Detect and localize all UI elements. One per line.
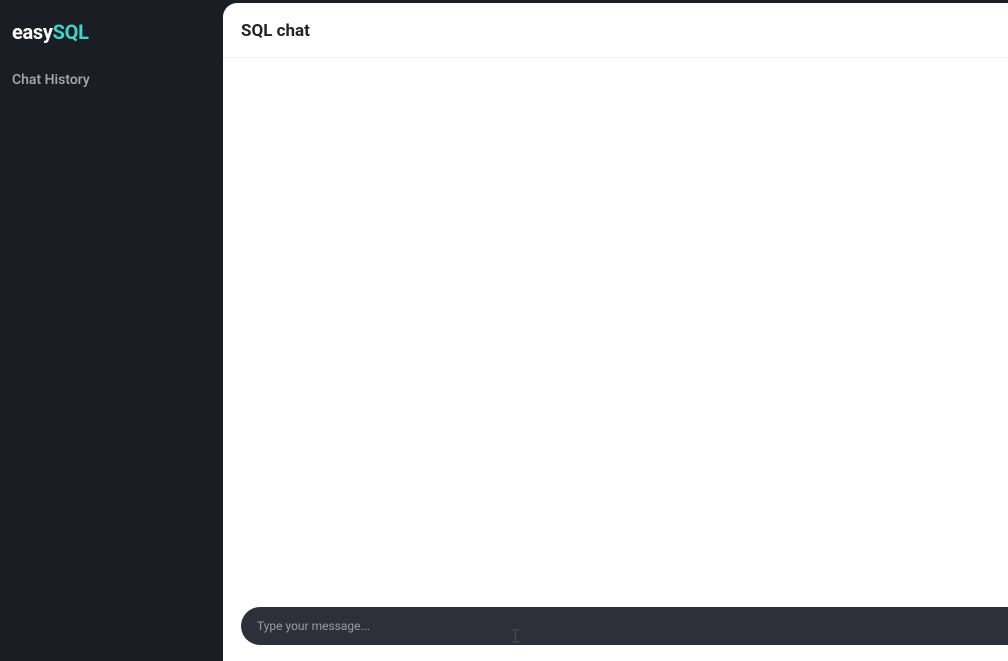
input-bar-wrapper bbox=[223, 607, 1008, 661]
main-header: SQL chat bbox=[223, 3, 1008, 58]
app-logo: easySQL bbox=[12, 20, 211, 44]
message-input[interactable] bbox=[257, 619, 992, 633]
message-input-bar[interactable] bbox=[241, 607, 1008, 645]
logo-text-accent: SQL bbox=[53, 20, 89, 44]
main-panel: SQL chat bbox=[223, 3, 1008, 661]
page-title: SQL chat bbox=[241, 21, 990, 41]
logo-text-primary: easy bbox=[12, 20, 53, 44]
main-container: SQL chat bbox=[223, 0, 1008, 661]
chat-messages-area bbox=[223, 58, 1008, 607]
sidebar: easySQL Chat History bbox=[0, 0, 223, 661]
chat-history-heading: Chat History bbox=[12, 72, 211, 88]
